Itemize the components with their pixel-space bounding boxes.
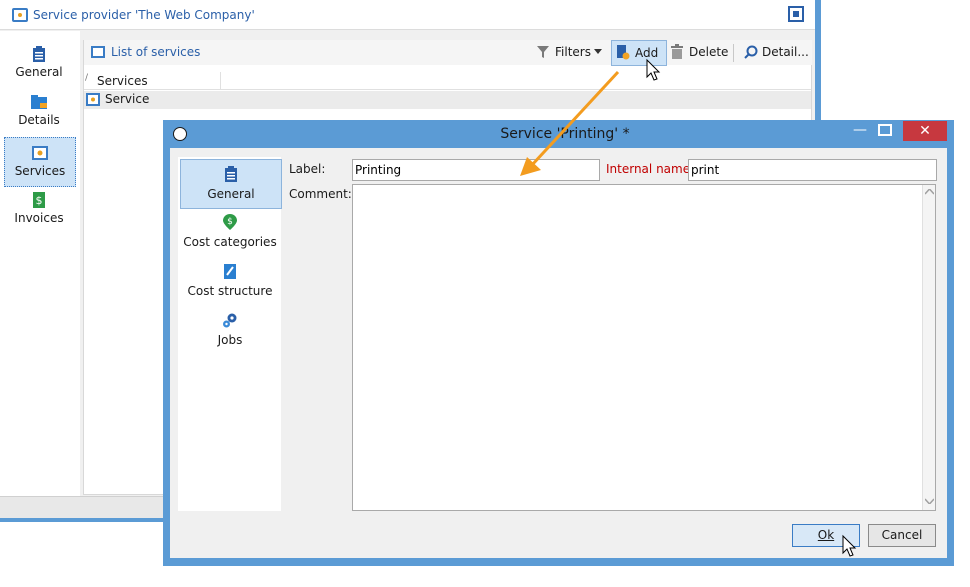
dialog-nav-general[interactable]: General [180,159,282,209]
dialog-nav-cost-categories[interactable]: $ Cost categories [180,208,280,256]
column-divider [220,72,221,90]
chevron-down-icon [594,49,602,54]
dialog-nav-label: General [207,187,255,201]
dialog-nav-label: Cost categories [183,235,277,249]
folder-icon [31,95,47,109]
detail-button[interactable]: Detail... [744,40,809,64]
filters-label: Filters [555,45,591,59]
toolbar-divider [733,44,734,62]
nav-label: Services [14,164,66,178]
comment-field[interactable] [352,184,936,511]
column-header-services[interactable]: Services [97,74,148,88]
dialog-nav-label: Jobs [217,333,243,347]
delete-button[interactable]: Delete [670,40,728,64]
service-icon [32,146,48,160]
cancel-button[interactable]: Cancel [868,524,936,547]
maximize-icon[interactable] [878,124,892,136]
window-title: Service provider 'The Web Company' [33,8,255,22]
internal-name-caption: Internal name: [606,162,695,176]
svg-text:$: $ [227,217,233,227]
internal-name-field[interactable] [688,159,937,181]
invoice-icon: $ [33,192,45,208]
nav-label: Invoices [14,211,64,225]
nav-item-services[interactable]: Services [4,137,76,187]
structure-icon [224,264,236,279]
delete-label: Delete [689,45,729,59]
row-label: Service [105,92,150,106]
magnifier-icon [744,45,758,59]
add-label: Add [635,46,659,60]
add-icon [617,45,630,60]
service-provider-icon [12,8,28,22]
sort-icon[interactable]: / [85,73,88,83]
nav-item-general[interactable]: General [4,39,74,87]
svg-text:$: $ [36,194,43,207]
filters-button[interactable]: Filters [536,40,606,64]
dialog-nav-jobs[interactable]: Jobs [180,306,280,354]
dialog-nav-cost-structure[interactable]: Cost structure [180,257,280,305]
list-of-services-link[interactable]: List of services [111,45,200,59]
trash-icon [671,44,683,59]
add-button[interactable]: Add [611,40,667,66]
label-field[interactable] [352,159,600,181]
nav-label: Details [18,113,60,127]
comment-scrollbar[interactable] [922,185,935,510]
ok-button[interactable]: Ok [792,524,860,547]
app-icon [173,127,187,141]
close-button[interactable]: ✕ [903,121,947,141]
filter-icon [537,46,549,58]
table-row[interactable]: Service [84,91,811,109]
minimize-icon[interactable]: — [852,122,868,138]
comment-caption: Comment: [289,187,352,201]
side-navigation: General Details Services $ Invoices [0,31,80,496]
detail-label: Detail... [762,45,809,59]
gears-icon [223,313,237,328]
scroll-up-icon[interactable] [925,189,934,195]
label-caption: Label: [289,162,326,176]
maximize-form-icon[interactable] [788,6,804,22]
list-icon [91,46,105,58]
nav-item-details[interactable]: Details [4,87,74,135]
scroll-down-icon[interactable] [925,498,934,504]
dialog-nav-label: Cost structure [187,284,273,298]
grid-header: / Services [84,72,811,90]
cost-icon: $ [223,214,237,230]
service-icon [86,93,100,106]
clipboard-icon [33,46,45,62]
clipboard-icon [225,166,237,182]
nav-label: General [15,65,63,79]
dialog-title: Service 'Printing' * [500,126,630,142]
nav-item-invoices[interactable]: $ Invoices [4,185,74,233]
